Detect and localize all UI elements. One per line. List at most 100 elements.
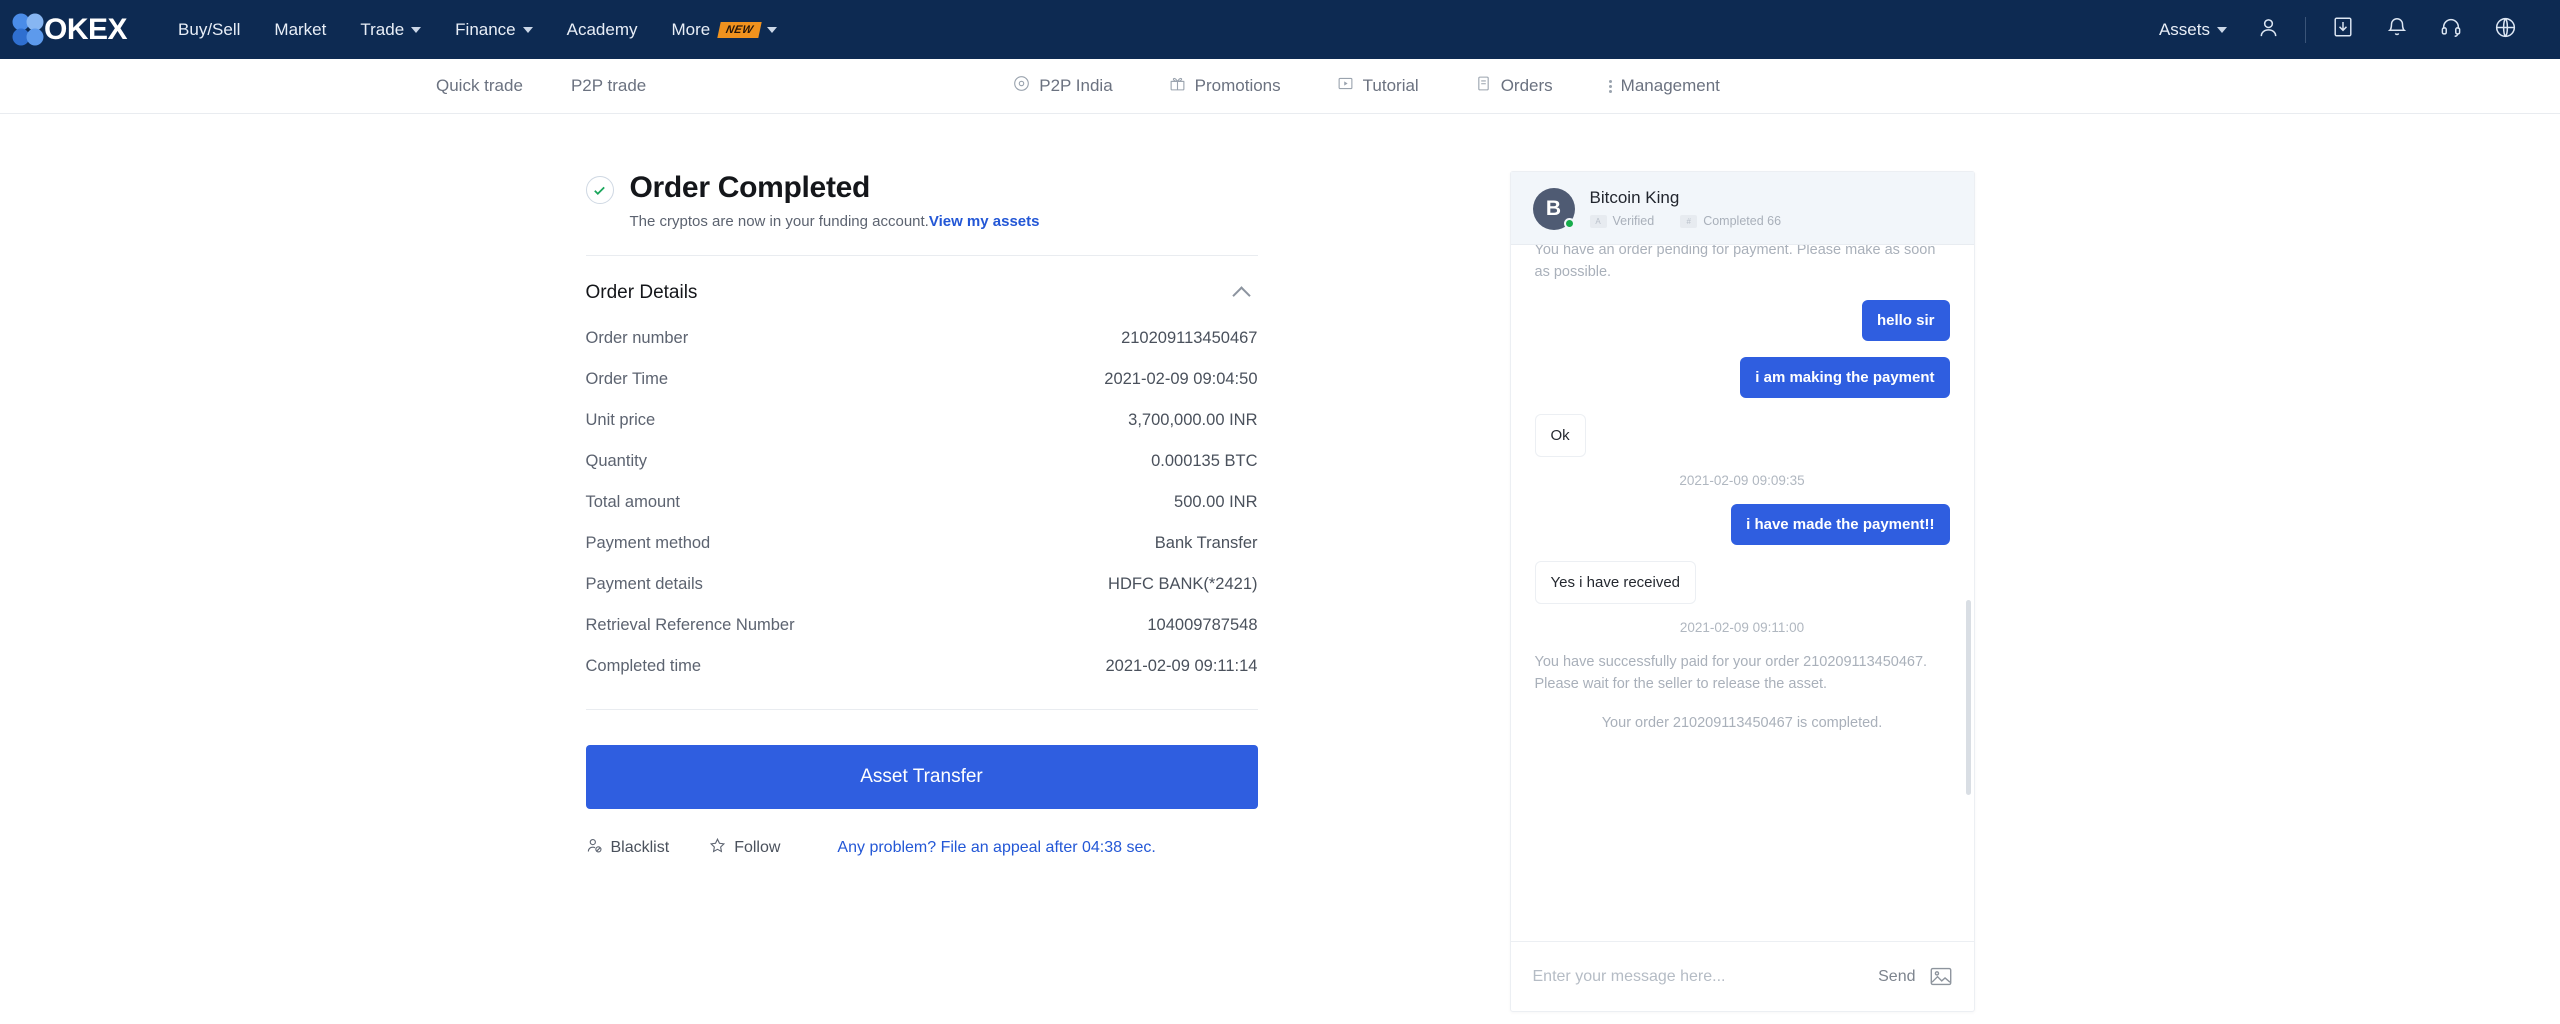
subnav-item-promotions[interactable]: Promotions (1141, 75, 1309, 97)
subnav-item-label: Management (1620, 76, 1720, 95)
nav-item-label: More (671, 19, 711, 39)
blacklist-user-icon (586, 837, 603, 859)
table-row: Completed time 2021-02-09 09:11:14 (586, 646, 1258, 687)
detail-value: HDFC BANK(*2421) (1108, 575, 1258, 593)
order-details-title: Order Details (585, 282, 698, 303)
chat-peer-badges: A Verified # Completed 66 (1589, 214, 1782, 228)
secondary-navigation-bar: Quick trade P2P trade P2P India Promotio… (0, 59, 2560, 114)
detail-label: Order number (585, 329, 689, 347)
detail-value: 2021-02-09 09:11:14 (1105, 657, 1258, 675)
chevron-down-icon (2217, 26, 2227, 33)
table-row: Retrieval Reference Number 104009787548 (586, 605, 1258, 646)
chat-system-message: Your order 210209113450467 is completed. (1601, 714, 1883, 731)
download-app-button[interactable] (2316, 0, 2370, 59)
view-my-assets-link[interactable]: View my assets (929, 213, 1040, 230)
asset-transfer-button[interactable]: Asset Transfer (585, 745, 1258, 809)
follow-button[interactable]: Follow (709, 837, 780, 859)
chevron-up-icon (1231, 286, 1251, 305)
attach-image-button[interactable] (1930, 967, 1952, 986)
target-icon (1013, 75, 1030, 97)
order-details-list: Order number 210209113450467 Order Time … (586, 318, 1258, 687)
chat-system-message: You have successfully paid for your orde… (1534, 653, 1928, 693)
subnav-item-label: Quick trade (436, 76, 523, 95)
order-summary-panel: Order Completed The cryptos are now in y… (585, 171, 1258, 859)
nav-item-label: Trade (360, 19, 405, 39)
top-navigation-bar: OKEX Buy/Sell Market Trade Finance Acade… (0, 0, 2560, 59)
subnav-item-label: Promotions (1194, 76, 1281, 95)
detail-label: Retrieval Reference Number (585, 616, 795, 634)
chat-system-message: You have an order pending for payment. P… (1534, 245, 1936, 281)
chevron-down-icon (767, 26, 778, 33)
order-details-toggle[interactable]: Order Details (586, 256, 1258, 318)
chevron-down-icon (411, 26, 422, 33)
detail-value: 500.00 INR (1174, 493, 1258, 511)
detail-value: 3,700,000.00 INR (1128, 411, 1258, 429)
table-row: Order number 210209113450467 (586, 318, 1258, 359)
completed-label: Completed 66 (1703, 214, 1782, 228)
nav-item-academy[interactable]: Academy (550, 0, 655, 59)
send-button[interactable]: Send (1878, 968, 1915, 986)
chat-header: B Bitcoin King A Verified # Completed 66 (1510, 172, 1974, 245)
detail-value: 2021-02-09 09:04:50 (1104, 370, 1258, 388)
nav-item-label: Academy (566, 19, 638, 39)
chat-message-list[interactable]: You have an order pending for payment. P… (1511, 245, 1974, 941)
chat-message-row: Ok (1534, 413, 1950, 457)
table-row: Payment method Bank Transfer (586, 523, 1258, 564)
download-icon (2332, 16, 2354, 43)
subnav-item-p2p-india[interactable]: P2P India (985, 75, 1140, 97)
user-account-button[interactable] (2241, 0, 2295, 59)
nav-item-finance[interactable]: Finance (438, 0, 549, 59)
follow-label: Follow (734, 839, 781, 856)
detail-value: 0.000135 BTC (1151, 452, 1258, 470)
table-row: Payment details HDFC BANK(*2421) (586, 564, 1258, 605)
chat-message-input[interactable] (1532, 967, 1865, 986)
nav-item-buy-sell[interactable]: Buy/Sell (161, 0, 257, 59)
assets-label: Assets (2158, 19, 2210, 39)
table-row: Order Time 2021-02-09 09:04:50 (586, 359, 1258, 400)
support-button[interactable] (2424, 0, 2478, 59)
status-badge: A Verified (1589, 214, 1654, 228)
nav-item-trade[interactable]: Trade (343, 0, 438, 59)
chat-input-bar: Send (1510, 941, 1974, 1011)
detail-label: Order Time (585, 370, 669, 388)
language-button[interactable] (2478, 0, 2532, 59)
avatar: B (1532, 188, 1575, 230)
main-nav-links: Buy/Sell Market Trade Finance Academy Mo… (161, 0, 794, 59)
subnav-item-label: P2P India (1039, 76, 1113, 95)
detail-label: Completed time (585, 657, 702, 675)
detail-value: 210209113450467 (1121, 329, 1258, 347)
subnav-item-quick-trade[interactable]: Quick trade (412, 76, 547, 96)
top-nav-right-group: Assets (2145, 0, 2532, 59)
blacklist-button[interactable]: Blacklist (586, 837, 670, 859)
table-row: Total amount 500.00 INR (586, 482, 1258, 523)
subnav-item-orders[interactable]: Orders (1447, 75, 1581, 97)
nav-item-market[interactable]: Market (257, 0, 343, 59)
kebab-menu-icon (1608, 79, 1612, 93)
assets-menu[interactable]: Assets (2145, 0, 2241, 59)
blacklist-label: Blacklist (610, 839, 670, 856)
nav-item-more[interactable]: More NEW (655, 0, 795, 59)
subnav-item-p2p-trade[interactable]: P2P trade (547, 76, 670, 96)
chevron-down-icon (522, 26, 533, 33)
chat-scrollbar-thumb[interactable] (1965, 600, 1971, 795)
order-status-subtitle-text: The cryptos are now in your funding acco… (629, 213, 929, 230)
file-appeal-link[interactable]: Any problem? File an appeal after 04:38 … (837, 839, 1155, 857)
subnav-item-label: Tutorial (1362, 76, 1419, 95)
chat-timestamp: 2021-02-09 09:09:35 (1679, 472, 1805, 488)
subnav-left-group: Quick trade P2P trade (412, 76, 670, 96)
new-badge: NEW (717, 21, 763, 38)
table-row: Quantity 0.000135 BTC (586, 441, 1258, 482)
chat-bubble-outgoing: i am making the payment (1740, 356, 1950, 398)
chat-message-row: i am making the payment (1535, 356, 1950, 398)
chat-peer-name: Bitcoin King (1589, 188, 1680, 207)
globe-icon (2494, 16, 2517, 44)
order-status-header: Order Completed The cryptos are now in y… (585, 171, 1258, 230)
order-status-subtitle: The cryptos are now in your funding acco… (630, 213, 1040, 230)
play-box-icon (1337, 75, 1354, 97)
chat-bubble-outgoing: hello sir (1861, 299, 1950, 341)
subnav-item-management[interactable]: Management (1581, 76, 1748, 96)
notifications-button[interactable] (2370, 0, 2424, 59)
subnav-item-tutorial[interactable]: Tutorial (1309, 75, 1447, 97)
okex-logo[interactable]: OKEX (0, 11, 128, 49)
subnav-item-label: P2P trade (570, 76, 647, 95)
